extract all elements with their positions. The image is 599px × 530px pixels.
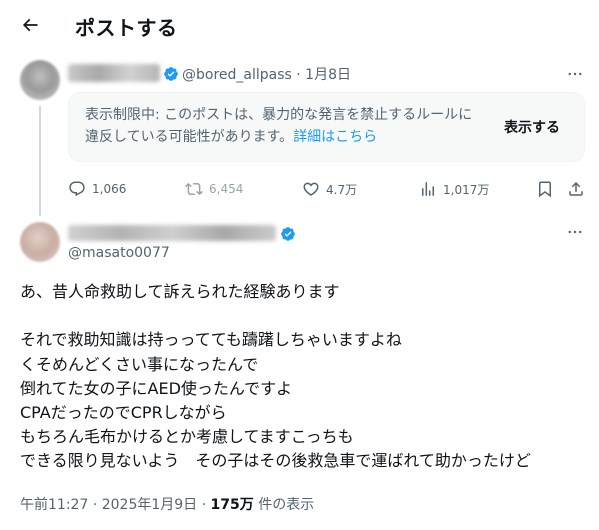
arrow-left-icon — [22, 18, 38, 32]
reply-avatar[interactable] — [20, 222, 60, 262]
notice-text-block: 表示制限中: このポストは、暴力的な発言を禁止するルールに違反している可能性があ… — [85, 104, 485, 148]
post-time[interactable]: 午前11:27 — [20, 497, 88, 513]
reply-body-line: 倒れてた女の子にAED使ったんですよ — [20, 378, 293, 398]
meta-separator: · — [296, 67, 301, 83]
bookmark-action[interactable] — [536, 178, 554, 200]
repost-count: 6,454 — [209, 182, 244, 196]
repost-action[interactable]: 6,454 — [185, 178, 243, 200]
parent-avatar[interactable] — [20, 60, 60, 100]
share-action[interactable] — [567, 178, 585, 200]
reply-body-line: あ、昔人命救助して訴えられた経験あります — [20, 282, 340, 301]
notice-message: 表示制限中: このポストは、暴力的な発言を禁止するルールに違反している可能性があ… — [85, 107, 473, 145]
parent-action-bar: 1,066 6,454 4.7万 1,017万 — [68, 178, 588, 200]
reply-action[interactable]: 1,066 — [68, 178, 126, 200]
back-button[interactable] — [14, 9, 46, 41]
footer-separator: · — [201, 497, 207, 513]
reply-body-text: あ、昔人命救助して訴えられた経験あります それで救助知識は持っってても躊躇しちゃ… — [20, 280, 590, 474]
views-bar-chart-icon — [422, 182, 434, 196]
restricted-notice: 表示制限中: このポストは、暴力的な発言を禁止するルールに違反している可能性があ… — [68, 92, 585, 162]
post-views-label: 件の表示 — [258, 497, 315, 513]
like-count: 4.7万 — [326, 182, 358, 197]
parent-post-meta: @bored_allpass · 1月8日 — [182, 64, 351, 84]
parent-display-name-blurred[interactable] — [68, 64, 160, 82]
post-views-count: 175万 — [210, 497, 254, 513]
views-action[interactable]: 1,017万 — [419, 178, 489, 200]
reply-post-footer: 午前11:27 · 2025年1月9日 · 175万 件の表示 — [20, 494, 314, 514]
parent-more-button[interactable] — [565, 64, 585, 84]
bookmark-icon — [539, 181, 551, 198]
reply-count: 1,066 — [92, 182, 127, 196]
thread-connector-line — [39, 106, 41, 216]
reply-handle[interactable]: @masato0077 — [68, 245, 170, 261]
notice-details-link[interactable]: 詳細はこちら — [293, 129, 377, 145]
verified-badge-icon — [281, 227, 295, 241]
views-count: 1,017万 — [443, 182, 490, 197]
post-date[interactable]: 2025年1月9日 — [102, 497, 197, 513]
parent-date[interactable]: 1月8日 — [305, 67, 351, 83]
footer-separator: · — [92, 497, 98, 513]
reply-body-line: できる限り見ないよう その子はその後救急車で運ばれて助かったけど — [20, 451, 531, 471]
share-icon — [569, 181, 583, 196]
verified-badge-icon — [164, 67, 178, 81]
page-header: ポストする — [0, 0, 599, 52]
reply-more-button[interactable] — [565, 222, 585, 242]
heart-icon — [303, 182, 319, 196]
reply-body-line: CPAだったのでCPRしながら — [20, 402, 227, 422]
reply-body-line: それで救助知識は持っってても躊躇しちゃいますよね — [20, 330, 402, 350]
reply-body-line — [20, 304, 590, 328]
reply-body-line: もちろん毛布かけるとか考慮してますこっちも — [20, 427, 354, 447]
like-action[interactable]: 4.7万 — [302, 178, 357, 200]
parent-handle[interactable]: @bored_allpass — [182, 67, 292, 83]
more-horizontal-icon — [568, 72, 582, 76]
show-post-button[interactable]: 表示する — [504, 117, 560, 137]
reply-bubble-icon — [69, 181, 85, 197]
reply-display-name-blurred[interactable] — [68, 225, 276, 241]
page-title: ポストする — [75, 16, 178, 40]
repost-icon — [185, 182, 203, 196]
more-horizontal-icon — [568, 230, 582, 234]
reply-body-line: くそめんどくさい事になったんで — [20, 354, 259, 374]
